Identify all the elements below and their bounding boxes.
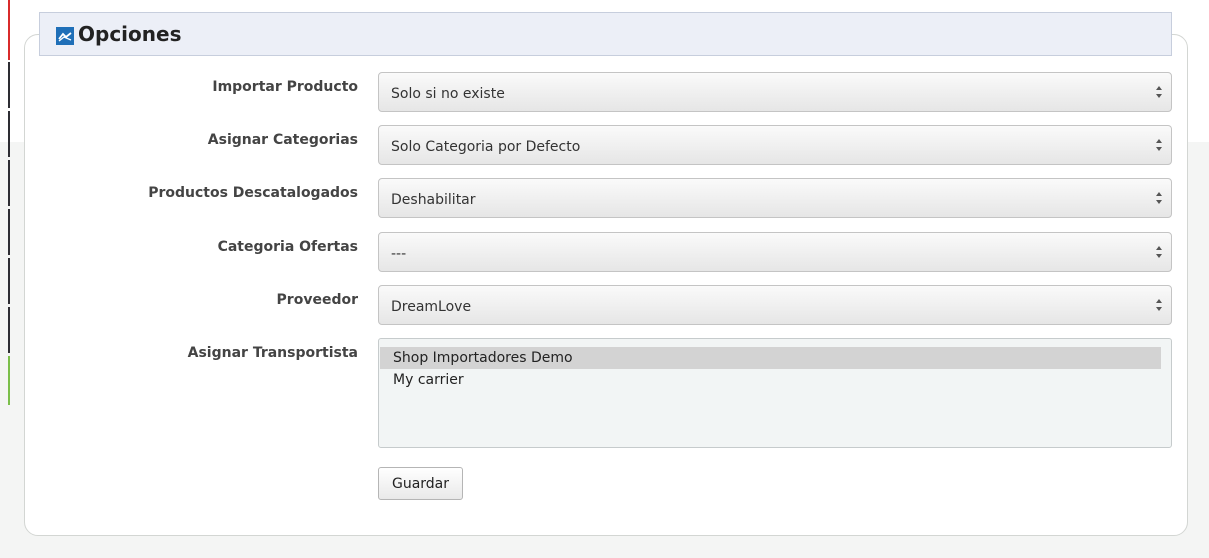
productos-descatalogados-select[interactable]: Deshabilitar bbox=[378, 178, 1172, 218]
select-arrows-icon bbox=[1156, 139, 1162, 151]
side-status-strip bbox=[8, 0, 10, 405]
select-arrows-icon bbox=[1156, 246, 1162, 258]
asignar-categorias-select[interactable]: Solo Categoria por Defecto bbox=[378, 125, 1172, 165]
asignar-categorias-label: Asignar Categorias bbox=[207, 132, 358, 148]
proveedor-select[interactable]: DreamLove bbox=[378, 285, 1172, 325]
importar-producto-label: Importar Producto bbox=[212, 79, 358, 95]
select-value: --- bbox=[391, 246, 407, 262]
status-segment bbox=[8, 0, 10, 60]
options-legend: Opciones bbox=[39, 12, 1172, 56]
productos-descatalogados-label: Productos Descatalogados bbox=[148, 185, 358, 201]
status-segment bbox=[8, 209, 10, 255]
status-segment bbox=[8, 111, 10, 157]
select-value: Deshabilitar bbox=[391, 192, 476, 208]
select-arrows-icon bbox=[1156, 86, 1162, 98]
select-value: Solo Categoria por Defecto bbox=[391, 139, 581, 155]
status-segment bbox=[8, 62, 10, 108]
select-arrows-icon bbox=[1156, 192, 1162, 204]
categoria-ofertas-label: Categoria Ofertas bbox=[217, 239, 358, 255]
status-segment bbox=[8, 160, 10, 206]
categoria-ofertas-select[interactable]: --- bbox=[378, 232, 1172, 272]
status-segment bbox=[8, 356, 10, 405]
asignar-transportista-listbox[interactable]: Shop Importadores Demo My carrier bbox=[378, 338, 1172, 448]
panel-title: Opciones bbox=[78, 22, 182, 46]
importar-producto-select[interactable]: Solo si no existe bbox=[378, 72, 1172, 112]
status-segment bbox=[8, 258, 10, 304]
select-value: DreamLove bbox=[391, 299, 472, 315]
page: Opciones Importar Producto Solo si no ex… bbox=[0, 0, 1209, 558]
select-arrows-icon bbox=[1156, 299, 1162, 311]
carrier-option[interactable]: Shop Importadores Demo bbox=[380, 347, 1161, 369]
proveedor-label: Proveedor bbox=[276, 292, 358, 308]
status-segment bbox=[8, 307, 10, 353]
options-panel-icon bbox=[56, 27, 74, 45]
asignar-transportista-label: Asignar Transportista bbox=[187, 345, 358, 361]
select-value: Solo si no existe bbox=[391, 86, 505, 102]
carrier-option[interactable]: My carrier bbox=[380, 369, 1161, 391]
save-button[interactable]: Guardar bbox=[378, 467, 463, 500]
